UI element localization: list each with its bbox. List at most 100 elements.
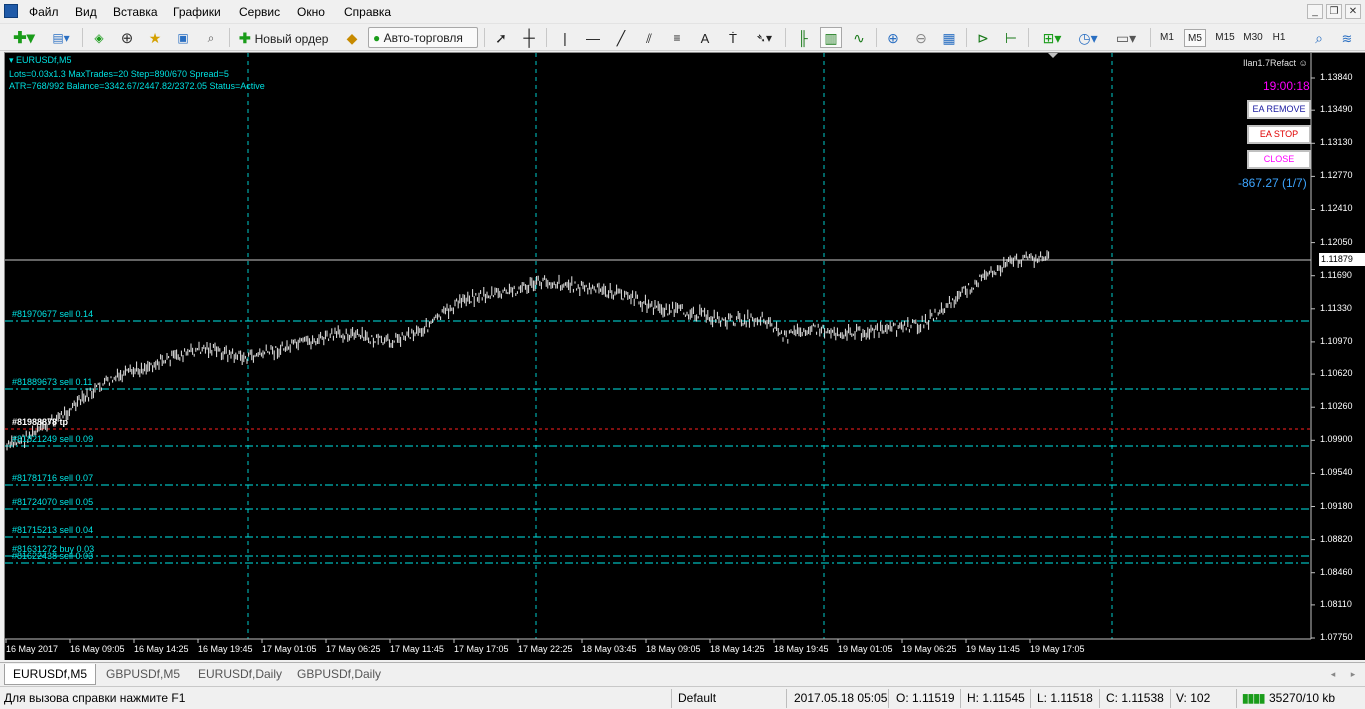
indicators-icon[interactable]: ⊞▾ xyxy=(1036,27,1068,48)
connection-icon: ▮▮▮▮ xyxy=(1242,691,1265,705)
tp-label: #81988878 tp xyxy=(12,417,69,427)
menu-insert[interactable]: Вставка xyxy=(113,5,158,19)
ea-name: Ilan1.7Refact ☺ xyxy=(1243,58,1308,68)
navigator-icon[interactable]: ⊕ xyxy=(116,27,138,48)
menu-window[interactable]: Окно xyxy=(297,5,325,19)
price-tick: 1.12410 xyxy=(1320,203,1353,214)
tester-icon[interactable]: ⌕ xyxy=(200,27,222,48)
tab-gbpusdf-daily[interactable]: GBPUSDf,Daily xyxy=(289,664,389,685)
order-label: #81821249 sell 0.09 xyxy=(12,434,94,444)
line-chart-icon[interactable]: ∿ xyxy=(848,27,870,48)
periods-icon[interactable]: ◷▾ xyxy=(1072,27,1104,48)
order-label: #81715213 sell 0.04 xyxy=(12,525,94,535)
search-icon[interactable]: ⌕ xyxy=(1308,27,1330,48)
order-label: #81622438 sell 0.03 xyxy=(12,551,94,561)
status-high: H: 1.11545 xyxy=(967,691,1025,705)
time-tick: 18 May 09:05 xyxy=(646,644,701,654)
arrows-icon[interactable]: ➴▾ xyxy=(750,27,778,48)
chart-tabs: EURUSDf,M5 GBPUSDf,M5 EURUSDf,Daily GBPU… xyxy=(0,662,1365,686)
cursor-icon[interactable]: ➚ xyxy=(490,27,512,48)
price-tick: 1.10970 xyxy=(1320,335,1353,346)
time-tick: 16 May 19:45 xyxy=(198,644,253,654)
current-price-tag: 1.11879 xyxy=(1319,253,1365,266)
scroll-left-icon[interactable]: ◂ xyxy=(1326,666,1340,680)
fibonacci-icon[interactable]: ≡ xyxy=(666,27,688,48)
ea-name-label: Ilan1.7Refact xyxy=(1243,58,1297,68)
menu-file[interactable]: Файл xyxy=(29,5,59,19)
favorites-icon[interactable]: ★ xyxy=(144,27,166,48)
price-tick: 1.10260 xyxy=(1320,401,1353,412)
tab-eurusdf-daily[interactable]: EURUSDf,Daily xyxy=(190,664,290,685)
minimize-icon[interactable]: _ xyxy=(1307,4,1323,19)
price-tick: 1.08110 xyxy=(1320,598,1352,609)
close-icon[interactable]: ✕ xyxy=(1345,4,1361,19)
terminal-icon[interactable]: ▣ xyxy=(172,27,194,48)
scroll-right-icon[interactable]: ▸ xyxy=(1346,666,1360,680)
status-volume: V: 102 xyxy=(1176,691,1211,705)
chart-window[interactable]: ▾ EURUSDf,M5 Lots=0.03x1.3 MaxTrades=20 … xyxy=(4,52,1365,660)
new-chart-icon[interactable]: ✚▾ xyxy=(8,27,40,48)
timeframe-h1[interactable]: H1 xyxy=(1268,29,1290,47)
tile-windows-icon[interactable]: ▦ xyxy=(938,27,960,48)
timeframe-m5[interactable]: M5 xyxy=(1184,29,1206,47)
auto-trading-button[interactable]: ● Авто-торговля xyxy=(368,27,478,48)
time-tick: 17 May 17:05 xyxy=(454,644,509,654)
new-order-button[interactable]: ✚ Новый ордер xyxy=(234,27,338,48)
autoscroll-icon[interactable]: ⊳ xyxy=(972,27,994,48)
menu-charts[interactable]: Графики xyxy=(173,5,221,19)
bar-chart-icon[interactable]: ╟ xyxy=(792,27,814,48)
restore-icon[interactable]: ❐ xyxy=(1326,4,1342,19)
zoom-in-icon[interactable]: ⊕ xyxy=(882,27,904,48)
crosshair-icon[interactable]: ┼ xyxy=(518,27,540,48)
time-tick: 19 May 11:45 xyxy=(966,644,1020,654)
ea-remove-button[interactable]: EA REMOVE xyxy=(1247,100,1311,119)
vertical-line-icon[interactable]: | xyxy=(554,27,576,48)
time-tick: 19 May 17:05 xyxy=(1030,644,1085,654)
price-tick: 1.12770 xyxy=(1320,170,1353,181)
menu-view[interactable]: Вид xyxy=(75,5,97,19)
time-tick: 17 May 11:45 xyxy=(390,644,444,654)
order-label: #81724070 sell 0.05 xyxy=(12,497,94,507)
chart-shift-icon[interactable]: ⊢ xyxy=(1000,27,1022,48)
ea-stop-button[interactable]: EA STOP xyxy=(1247,125,1311,144)
auto-trading-icon: ● xyxy=(373,31,384,45)
close-button[interactable]: CLOSE xyxy=(1247,150,1311,169)
channel-icon[interactable]: ⫽ xyxy=(638,27,660,48)
chart-symbol-label: EURUSDf,M5 xyxy=(16,55,72,65)
chart-symbol: ▾ EURUSDf,M5 xyxy=(9,55,72,65)
community-icon[interactable]: ≋ xyxy=(1336,27,1358,48)
time-tick: 16 May 2017 xyxy=(6,644,59,654)
candlestick-icon[interactable]: ▥ xyxy=(820,27,842,48)
new-order-icon: ✚ xyxy=(239,30,255,46)
status-low: L: 1.11518 xyxy=(1037,691,1093,705)
order-label: #81889673 sell 0.11 xyxy=(12,377,93,387)
time-tick: 16 May 14:25 xyxy=(134,644,189,654)
menu-bar: Файл Вид Вставка Графики Сервис Окно Спр… xyxy=(0,0,1365,24)
timeframe-m1[interactable]: M1 xyxy=(1156,29,1178,47)
price-tick: 1.08460 xyxy=(1320,566,1353,577)
trendline-icon[interactable]: ╱ xyxy=(610,27,632,48)
text-label-icon[interactable]: Ṫ xyxy=(722,27,744,48)
price-tick: 1.09540 xyxy=(1320,467,1353,478)
time-tick: 19 May 06:25 xyxy=(902,644,957,654)
templates-icon[interactable]: ▭▾ xyxy=(1108,27,1144,48)
menu-tools[interactable]: Сервис xyxy=(239,5,280,19)
profiles-icon[interactable]: ▤▾ xyxy=(46,27,76,48)
text-icon[interactable]: A xyxy=(694,27,716,48)
price-tick: 1.10620 xyxy=(1320,368,1353,379)
menu-help[interactable]: Справка xyxy=(344,5,391,19)
time-tick: 19 May 01:05 xyxy=(838,644,893,654)
horizontal-line-icon[interactable]: — xyxy=(582,27,604,48)
price-tick: 1.13840 xyxy=(1320,72,1353,82)
price-tick: 1.09900 xyxy=(1320,434,1353,445)
zoom-out-icon[interactable]: ⊖ xyxy=(910,27,932,48)
tab-eurusdf-m5[interactable]: EURUSDf,M5 xyxy=(4,664,97,685)
chart-canvas xyxy=(5,53,1315,643)
metaeditor-icon[interactable]: ◆ xyxy=(341,27,363,48)
market-watch-icon[interactable]: ◈ xyxy=(88,27,110,48)
timeframe-m15[interactable]: M15 xyxy=(1212,29,1238,47)
price-tick: 1.07750 xyxy=(1320,632,1353,642)
timeframe-m30[interactable]: M30 xyxy=(1240,29,1266,47)
time-tick: 17 May 06:25 xyxy=(326,644,381,654)
tab-gbpusdf-m5[interactable]: GBPUSDf,M5 xyxy=(98,664,188,685)
